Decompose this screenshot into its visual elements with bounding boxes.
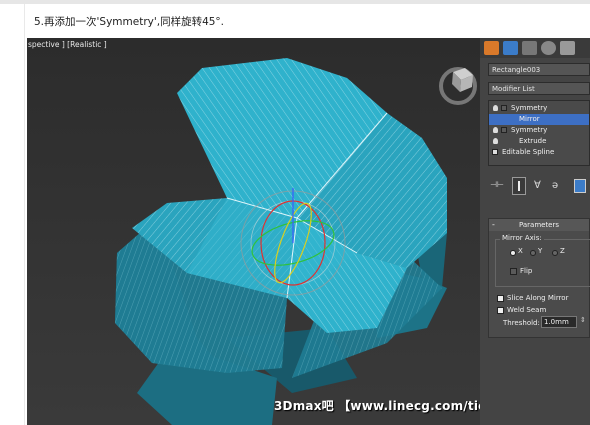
axis-z-radio[interactable]	[552, 250, 558, 256]
configure-sets-icon[interactable]	[574, 179, 586, 193]
pin-stack-icon[interactable]: ⊣⊢	[490, 180, 504, 189]
modifier-list-dropdown[interactable]: Modifier List	[488, 82, 590, 95]
stack-item-mirror[interactable]: Mirror	[489, 114, 589, 125]
square-icon[interactable]	[492, 149, 498, 155]
watermark-text: 3Dmax吧 【www.linecg.com/tieba/1771】	[274, 399, 480, 413]
stack-item-extrude[interactable]: Extrude	[489, 136, 589, 147]
flip-label: Flip	[520, 267, 533, 275]
slice-along-mirror-label: Slice Along Mirror	[507, 294, 569, 302]
command-panel-tabs	[480, 38, 590, 58]
create-icon[interactable]	[484, 41, 499, 55]
axis-x-radio[interactable]	[510, 250, 516, 256]
viewcube-icon[interactable]	[435, 60, 480, 106]
stack-toolbar: ⊣⊢ ∀ ǝ	[488, 176, 590, 198]
threshold-spinner-icon[interactable]: ⇕	[580, 316, 586, 324]
modify-icon[interactable]	[503, 41, 518, 55]
bulb-icon[interactable]	[493, 105, 498, 111]
parameters-title[interactable]: Parameters	[489, 219, 589, 231]
stack-item-symmetry-top[interactable]: Symmetry	[489, 103, 589, 114]
display-icon[interactable]	[560, 41, 575, 55]
weld-seam-label: Weld Seam	[507, 306, 547, 314]
parameters-rollout: Parameters - Mirror Axis: X Y Z Flip Sli…	[488, 218, 590, 338]
hierarchy-icon[interactable]	[522, 41, 537, 55]
motion-icon[interactable]	[541, 41, 556, 55]
bulb-icon[interactable]	[493, 138, 498, 144]
axis-z-label: Z	[560, 247, 565, 255]
expand-icon[interactable]	[501, 105, 507, 111]
make-unique-icon[interactable]: ∀	[534, 180, 541, 191]
command-panel: Rectangle003 Modifier List Symmetry Mirr…	[480, 38, 590, 425]
axis-y-radio[interactable]	[530, 250, 536, 256]
perspective-viewport[interactable]: spective ] [Realistic ] 3Dmax吧 【www.line…	[27, 38, 480, 425]
remove-modifier-icon[interactable]: ǝ	[552, 180, 558, 191]
bulb-icon[interactable]	[493, 127, 498, 133]
flip-checkbox[interactable]	[510, 268, 517, 275]
show-end-result-icon[interactable]	[512, 177, 526, 195]
left-divider	[24, 4, 25, 425]
weld-seam-checkbox[interactable]	[497, 307, 504, 314]
expand-icon[interactable]	[501, 127, 507, 133]
axis-y-label: Y	[538, 247, 543, 255]
threshold-label: Threshold:	[503, 319, 540, 327]
stack-item-symmetry[interactable]: Symmetry	[489, 125, 589, 136]
object-name-field[interactable]: Rectangle003	[488, 63, 590, 76]
mirror-axis-label: Mirror Axis:	[500, 234, 544, 242]
instruction-text: 5.再添加一次'Symmetry',同样旋转45°.	[34, 16, 225, 28]
top-divider	[0, 0, 590, 4]
viewport-label[interactable]: spective ] [Realistic ]	[28, 40, 107, 49]
axis-x-label: X	[518, 247, 523, 255]
modifier-stack: Symmetry Mirror Symmetry Extrude Editabl…	[488, 100, 590, 166]
mirror-axis-group: Mirror Axis: X Y Z Flip	[495, 234, 590, 287]
threshold-input[interactable]: 1.0mm	[541, 316, 577, 328]
slice-along-mirror-checkbox[interactable]	[497, 295, 504, 302]
mesh-render	[27, 38, 480, 425]
stack-item-editable-spline[interactable]: Editable Spline	[489, 147, 589, 158]
collapse-icon[interactable]: -	[492, 219, 495, 231]
